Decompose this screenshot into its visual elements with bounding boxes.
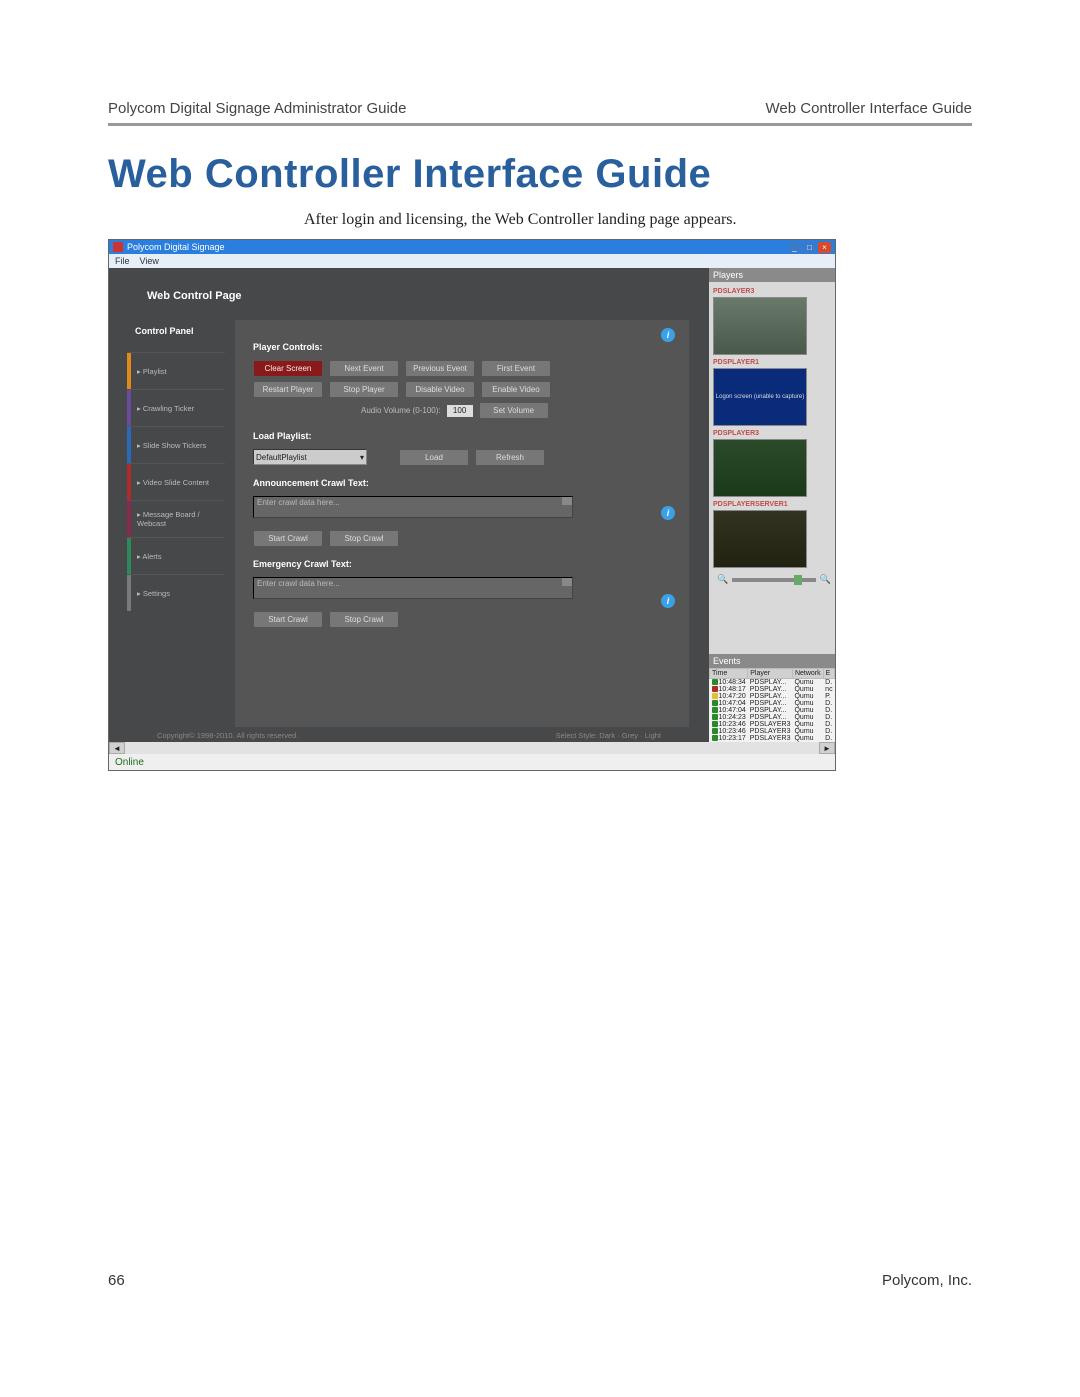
player-control-button[interactable]: Disable Video	[405, 381, 475, 398]
table-row[interactable]: 10:48:17PDSPLAY...Qumunc	[710, 686, 835, 693]
maximize-button[interactable]: □	[803, 242, 816, 253]
table-row[interactable]: 10:23:17PDSLAYER3QumuD.	[710, 735, 835, 742]
window-title: Polycom Digital Signage	[127, 242, 225, 252]
load-button[interactable]: Load	[399, 449, 469, 466]
doc-header-left: Polycom Digital Signage Administrator Gu…	[108, 100, 406, 117]
volume-input[interactable]: 100	[447, 405, 473, 417]
help-icon[interactable]: i	[661, 328, 675, 342]
refresh-button[interactable]: Refresh	[475, 449, 545, 466]
style-light[interactable]: Light	[645, 731, 661, 740]
table-row[interactable]: 10:48:34PDSPLAY...QumuD.	[710, 679, 835, 687]
player-control-button[interactable]: Next Event	[329, 360, 399, 377]
minimize-button[interactable]: _	[788, 242, 801, 253]
events-table: Time Player Network E 10:48:34PDSPLAY...…	[709, 668, 835, 742]
nav-heading: Control Panel	[127, 320, 225, 352]
player-control-button[interactable]: First Event	[481, 360, 551, 377]
announce-title: Announcement Crawl Text:	[253, 478, 671, 488]
table-row[interactable]: 10:47:20PDSPLAY...QumuP.	[710, 693, 835, 700]
announce-stop-button[interactable]: Stop Crawl	[329, 530, 399, 547]
sidebar-item[interactable]: ▸ Playlist	[127, 352, 225, 389]
load-playlist-title: Load Playlist:	[253, 431, 671, 441]
status-bar: Online	[109, 754, 835, 770]
app-icon	[113, 242, 123, 252]
help-icon[interactable]: i	[661, 506, 675, 520]
close-button[interactable]: ×	[818, 242, 831, 253]
page-heading: Web Control Page	[109, 268, 709, 320]
col-player[interactable]: Player	[748, 669, 793, 679]
company-name: Polycom, Inc.	[882, 1272, 972, 1289]
player-control-button[interactable]: Restart Player	[253, 381, 323, 398]
player-label: PDSPLAYER3	[713, 430, 835, 437]
style-grey[interactable]: Grey	[622, 731, 638, 740]
sidebar-item[interactable]: ▸ Crawling Ticker	[127, 389, 225, 426]
horizontal-scrollbar[interactable]: ◄ ►	[109, 742, 835, 754]
player-label: PDSPLAYERSERVER1	[713, 501, 835, 508]
announce-textarea[interactable]: Enter crawl data here...	[253, 496, 573, 518]
player-label: PDSPLAYER1	[713, 359, 835, 366]
table-row[interactable]: 10:47:04PDSPLAY...QumuD.	[710, 700, 835, 707]
player-thumb[interactable]	[713, 510, 807, 568]
style-selector: Select Style: Dark · Grey · Light	[556, 731, 662, 740]
doc-header-right: Web Controller Interface Guide	[766, 100, 973, 117]
sidebar-item[interactable]: ▸ Settings	[127, 574, 225, 611]
player-controls-title: Player Controls:	[253, 342, 671, 352]
table-row[interactable]: 10:23:46PDSLAYER3QumuD.	[710, 721, 835, 728]
zoom-out-icon[interactable]: 🔍	[717, 574, 728, 585]
sidebar-item[interactable]: ▸ Video Slide Content	[127, 463, 225, 500]
player-control-button[interactable]: Enable Video	[481, 381, 551, 398]
table-row[interactable]: 10:24:23PDSPLAY...QumuD.	[710, 714, 835, 721]
side-panel: Players PDSLAYER3 PDSPLAYER1 Logon scree…	[709, 268, 835, 742]
col-network[interactable]: Network	[792, 669, 823, 679]
col-e[interactable]: E	[823, 669, 834, 679]
menubar: File View	[109, 254, 835, 268]
col-time[interactable]: Time	[710, 669, 748, 679]
help-icon[interactable]: i	[661, 594, 675, 608]
emergency-textarea[interactable]: Enter crawl data here...	[253, 577, 573, 599]
events-header: Events	[709, 654, 835, 668]
player-thumb[interactable]	[713, 297, 807, 355]
copyright: Copyright© 1998-2010. All rights reserve…	[157, 731, 298, 740]
player-control-button[interactable]: Stop Player	[329, 381, 399, 398]
sidebar-item[interactable]: ▸ Message Board / Webcast	[127, 500, 225, 537]
emergency-start-button[interactable]: Start Crawl	[253, 611, 323, 628]
sidebar-item[interactable]: ▸ Slide Show Tickers	[127, 426, 225, 463]
set-volume-button[interactable]: Set Volume	[479, 402, 549, 419]
intro-text: After login and licensing, the Web Contr…	[304, 211, 972, 229]
window-titlebar: Polycom Digital Signage _ □ ×	[109, 240, 835, 254]
playlist-select[interactable]: DefaultPlaylist▾	[253, 449, 367, 465]
content-panel: i Player Controls: Clear Screen Next Even…	[235, 320, 689, 727]
style-dark[interactable]: Dark	[599, 731, 615, 740]
announce-start-button[interactable]: Start Crawl	[253, 530, 323, 547]
table-row[interactable]: 10:23:46PDSLAYER3QumuD.	[710, 728, 835, 735]
emergency-stop-button[interactable]: Stop Crawl	[329, 611, 399, 628]
player-thumb[interactable]	[713, 439, 807, 497]
player-thumb[interactable]: Logon screen (unable to capture)	[713, 368, 807, 426]
menu-view[interactable]: View	[140, 256, 159, 266]
screenshot: Polycom Digital Signage _ □ × File View …	[108, 239, 836, 771]
left-nav: Control Panel ▸ Playlist▸ Crawling Ticke…	[127, 320, 225, 727]
zoom-slider[interactable]: 🔍 🔍	[717, 574, 831, 585]
emergency-title: Emergency Crawl Text:	[253, 559, 671, 569]
zoom-in-icon[interactable]: 🔍	[820, 574, 831, 585]
page-number: 66	[108, 1272, 125, 1289]
scroll-right-icon[interactable]: ►	[819, 742, 835, 754]
menu-file[interactable]: File	[115, 256, 130, 266]
player-label: PDSLAYER3	[713, 288, 835, 295]
scroll-left-icon[interactable]: ◄	[109, 742, 125, 754]
table-row[interactable]: 10:47:04PDSPLAY...QumuD.	[710, 707, 835, 714]
players-header: Players	[709, 268, 835, 282]
page-title: Web Controller Interface Guide	[108, 152, 972, 197]
player-control-button[interactable]: Clear Screen	[253, 360, 323, 377]
volume-label: Audio Volume (0-100):	[361, 406, 441, 415]
player-control-button[interactable]: Previous Event	[405, 360, 475, 377]
sidebar-item[interactable]: ▸ Alerts	[127, 537, 225, 574]
